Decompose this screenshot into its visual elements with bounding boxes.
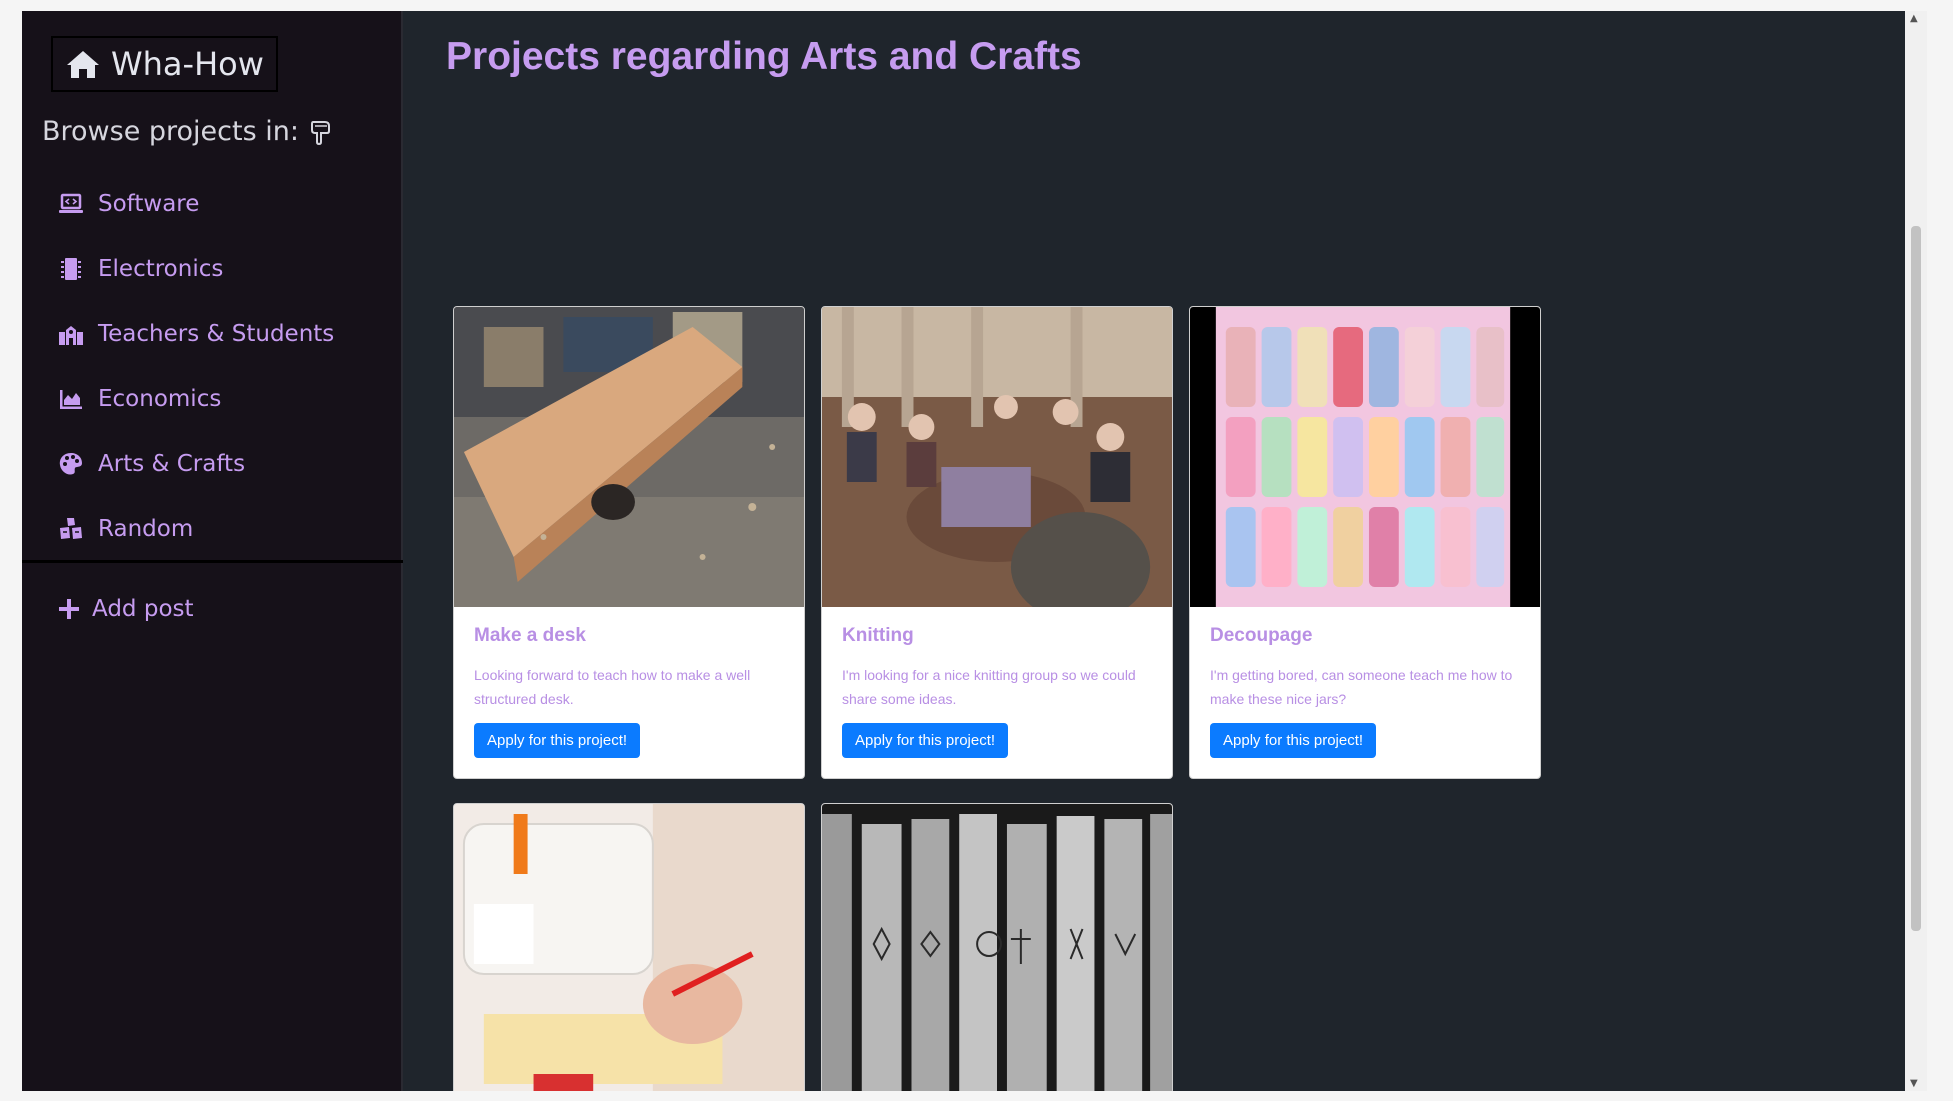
microchip-icon	[61, 257, 81, 280]
app-window: Wha-How Browse projects in: Software Ele…	[22, 11, 1927, 1091]
hand-point-down-icon	[310, 120, 330, 145]
card-text: I'm getting bored, can someone teach me …	[1210, 667, 1513, 707]
category-nav: Software Electronics Teachers & Students	[22, 171, 403, 561]
card-image-sewing	[454, 804, 804, 1091]
school-icon	[59, 325, 83, 345]
card-title: Knitting	[842, 625, 914, 646]
sidebar: Wha-How Browse projects in: Software Ele…	[22, 11, 403, 1091]
sidebar-item-random[interactable]: Random	[22, 496, 403, 561]
sidebar-item-label: Random	[98, 515, 194, 542]
plus-icon	[59, 599, 79, 619]
home-icon	[67, 51, 99, 78]
add-post-button[interactable]: Add post	[58, 596, 194, 622]
sidebar-item-software[interactable]: Software	[22, 171, 403, 236]
sidebar-item-teachers-students[interactable]: Teachers & Students	[22, 301, 403, 366]
scroll-thumb[interactable]	[1911, 226, 1921, 931]
sidebar-divider	[22, 560, 403, 563]
card-image-desk	[454, 307, 804, 607]
card-title: Decoupage	[1210, 625, 1313, 646]
project-card: Knitting I'm looking for a nice knitting…	[821, 306, 1173, 779]
brand-name: Wha-How	[111, 45, 264, 83]
browse-heading: Browse projects in:	[42, 116, 335, 147]
apply-button[interactable]: Apply for this project!	[1210, 723, 1377, 758]
palette-icon	[59, 452, 82, 475]
sidebar-item-label: Software	[98, 190, 200, 217]
card-image-decoupage	[1190, 307, 1540, 607]
sidebar-item-economics[interactable]: Economics	[22, 366, 403, 431]
sidebar-item-label: Teachers & Students	[98, 320, 335, 347]
scroll-down-icon[interactable]: ▼	[1910, 1078, 1918, 1089]
scrollbar[interactable]: ▲ ▼	[1905, 11, 1927, 1091]
page-title: Projects regarding Arts and Crafts	[446, 35, 1082, 78]
chart-area-icon	[60, 389, 82, 409]
browse-label: Browse projects in:	[42, 116, 299, 147]
sidebar-item-arts-crafts[interactable]: Arts & Crafts	[22, 431, 403, 496]
sidebar-item-label: Economics	[98, 385, 222, 412]
sidebar-item-electronics[interactable]: Electronics	[22, 236, 403, 301]
project-card	[821, 803, 1173, 1091]
card-body: Knitting I'm looking for a nice knitting…	[822, 607, 1172, 778]
sidebar-item-label: Electronics	[98, 255, 224, 282]
card-image-woodcarving	[822, 804, 1172, 1091]
project-card: Make a desk Looking forward to teach how…	[453, 306, 805, 779]
sidebar-item-label: Arts & Crafts	[98, 450, 246, 477]
project-card	[453, 803, 805, 1091]
card-text: I'm looking for a nice knitting group so…	[842, 667, 1136, 707]
apply-button[interactable]: Apply for this project!	[474, 723, 641, 758]
card-body: Decoupage I'm getting bored, can someone…	[1190, 607, 1540, 778]
brand-link[interactable]: Wha-How	[51, 36, 278, 92]
laptop-code-icon	[59, 193, 83, 213]
card-image-knitting	[822, 307, 1172, 607]
apply-button[interactable]: Apply for this project!	[842, 723, 1009, 758]
scroll-up-icon[interactable]: ▲	[1910, 13, 1918, 24]
card-title: Make a desk	[474, 625, 586, 646]
project-card: Decoupage I'm getting bored, can someone…	[1189, 306, 1541, 779]
add-post-label: Add post	[92, 596, 194, 622]
card-text: Looking forward to teach how to make a w…	[474, 667, 751, 707]
cubes-icon	[60, 517, 82, 539]
card-body: Make a desk Looking forward to teach how…	[454, 607, 804, 778]
